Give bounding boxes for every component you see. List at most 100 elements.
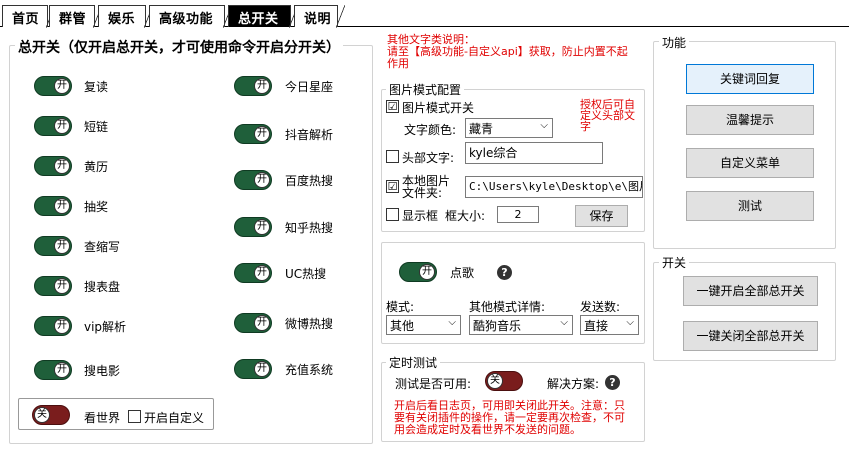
label-baidu-trending: 百度热搜 <box>285 174 334 188</box>
local-image-label: 本地图片文件夹: <box>402 174 451 200</box>
toggle-timer-test[interactable]: 关 <box>485 371 523 391</box>
label-zhihu-trending: 知乎热搜 <box>285 221 334 235</box>
toggle-knob: 开 <box>254 315 270 331</box>
other-mode-label: 其他模式详情: <box>469 300 546 314</box>
switches-title: 开关 <box>659 254 690 271</box>
tab-group-admin[interactable]: 群管 <box>49 5 102 28</box>
toggle-knob: 开 <box>254 172 270 188</box>
show-frame-checkbox[interactable] <box>386 208 399 221</box>
toggle-weibo-trending[interactable]: 开 <box>234 313 272 333</box>
toggle-knob: 开 <box>254 78 270 94</box>
custom-menu-button[interactable]: 自定义菜单 <box>686 148 814 178</box>
other-text-note: 其他文字类说明： 请至【高级功能-自定义api】获取，防止内置不起作用 <box>387 33 628 70</box>
toggle-knob: 开 <box>254 126 270 142</box>
label-vip-parse: vip解析 <box>84 320 127 334</box>
mode-select[interactable]: 其他 ⌵ <box>386 315 461 335</box>
chevron-down-icon: ⌵ <box>540 120 548 131</box>
send-count-value: 直接 <box>584 319 609 333</box>
show-frame-label: 显示框 <box>402 209 439 223</box>
label-custom: 开启自定义 <box>144 411 205 425</box>
tab-entertainment[interactable]: 娱乐 <box>98 5 153 28</box>
tab-help[interactable]: 说明 <box>294 5 345 28</box>
send-count-label: 发送数: <box>580 300 621 314</box>
toggle-knob: 开 <box>254 265 270 281</box>
solution-label: 解决方案: <box>547 377 600 391</box>
local-image-path-input[interactable]: C:\Users\kyle\Desktop\e\图片 <box>465 176 643 198</box>
toggle-movie-search[interactable]: 开 <box>34 360 72 380</box>
toggle-knob: 开 <box>54 158 70 174</box>
tab-master-switch[interactable]: 总开关 <box>228 5 298 28</box>
help-icon[interactable]: ? <box>497 265 512 280</box>
tab-advanced[interactable]: 高级功能 <box>149 5 232 28</box>
label-weibo-trending: 微博热搜 <box>285 317 334 331</box>
help-icon[interactable]: ? <box>605 375 620 390</box>
toggle-knob: 开 <box>419 264 435 280</box>
keyword-reply-button[interactable]: 关键词回复 <box>686 64 814 94</box>
send-count-select[interactable]: 直接 ⌵ <box>580 315 639 335</box>
text-color-label: 文字颜色: <box>404 123 457 137</box>
toggle-watch-face[interactable]: 开 <box>34 276 72 296</box>
tab-bar: 首页 群管 娱乐 高级功能 总开关 说明 <box>0 0 849 28</box>
toggle-abbreviation[interactable]: 开 <box>34 236 72 256</box>
mode-value: 其他 <box>390 319 415 333</box>
other-mode-value: 酷狗音乐 <box>473 319 522 333</box>
auth-note: 授权后可自定义头部文字 <box>580 98 635 133</box>
label-view-world: 看世界 <box>84 411 121 425</box>
frame-size-label: 框大小: <box>445 209 486 223</box>
toggle-short-link[interactable]: 开 <box>34 116 72 136</box>
toggle-knob: 开 <box>54 318 70 334</box>
test-button[interactable]: 测试 <box>686 191 814 221</box>
toggle-uc-trending[interactable]: 开 <box>234 263 272 283</box>
mode-label: 模式: <box>386 300 415 314</box>
toggle-view-world[interactable]: 关 <box>32 405 70 425</box>
toggle-lottery[interactable]: 开 <box>34 196 72 216</box>
toggle-knob: 开 <box>54 362 70 378</box>
timer-note: 开启后看日志页，可用即关闭此开关。注意：只要有关闭插件的操作，请一定要再次检查，… <box>394 399 625 436</box>
text-color-value: 藏青 <box>469 122 494 136</box>
toggle-knob: 开 <box>54 118 70 134</box>
label-watch-face: 搜表盘 <box>84 280 121 294</box>
toggle-knob: 开 <box>254 361 270 377</box>
label-almanac: 黄历 <box>84 160 109 174</box>
toggle-knob: 关 <box>487 373 503 389</box>
toggle-knob: 开 <box>54 278 70 294</box>
warm-tip-button[interactable]: 温馨提示 <box>686 105 814 135</box>
song-label: 点歌 <box>450 266 475 280</box>
toggle-recharge[interactable]: 开 <box>234 359 272 379</box>
toggle-zhihu-trending[interactable]: 开 <box>234 217 272 237</box>
custom-checkbox[interactable] <box>128 410 141 423</box>
image-mode-checkbox[interactable]: ☑ <box>386 100 399 113</box>
header-text-input[interactable]: kyle综合 <box>465 142 603 164</box>
toggle-song[interactable]: 开 <box>399 262 437 282</box>
enable-all-button[interactable]: 一键开启全部总开关 <box>683 276 818 306</box>
tab-home[interactable]: 首页 <box>2 5 55 28</box>
chevron-down-icon: ⌵ <box>626 317 634 328</box>
toggle-knob: 开 <box>54 238 70 254</box>
other-mode-select[interactable]: 酷狗音乐 ⌵ <box>469 315 573 335</box>
toggle-almanac[interactable]: 开 <box>34 156 72 176</box>
toggle-baidu-trending[interactable]: 开 <box>234 170 272 190</box>
image-mode-title: 图片模式配置 <box>386 81 465 98</box>
master-switch-title: 总开关（仅开启总开关，才可使用命令开启分开关） <box>15 37 343 57</box>
header-text-checkbox[interactable] <box>386 150 399 163</box>
save-button[interactable]: 保存 <box>575 205 628 227</box>
toggle-horoscope[interactable]: 开 <box>234 76 272 96</box>
label-lottery: 抽奖 <box>84 200 109 214</box>
toggle-knob: 开 <box>54 198 70 214</box>
label-recharge: 充值系统 <box>285 363 334 377</box>
features-title: 功能 <box>659 34 690 51</box>
chevron-down-icon: ⌵ <box>448 317 456 328</box>
toggle-repeat[interactable]: 开 <box>34 76 72 96</box>
label-uc-trending: UC热搜 <box>285 267 327 281</box>
chevron-down-icon: ⌵ <box>560 317 568 328</box>
text-color-select[interactable]: 藏青 ⌵ <box>465 118 553 138</box>
label-repeat: 复读 <box>84 80 109 94</box>
label-horoscope: 今日星座 <box>285 80 334 94</box>
toggle-douyin-parse[interactable]: 开 <box>234 124 272 144</box>
frame-size-input[interactable]: 2 <box>497 206 539 223</box>
disable-all-button[interactable]: 一键关闭全部总开关 <box>683 321 818 351</box>
timer-test-label: 测试是否可用: <box>395 377 472 391</box>
local-image-checkbox[interactable]: ☑ <box>386 180 399 193</box>
label-abbreviation: 查缩写 <box>84 240 121 254</box>
toggle-vip-parse[interactable]: 开 <box>34 316 72 336</box>
